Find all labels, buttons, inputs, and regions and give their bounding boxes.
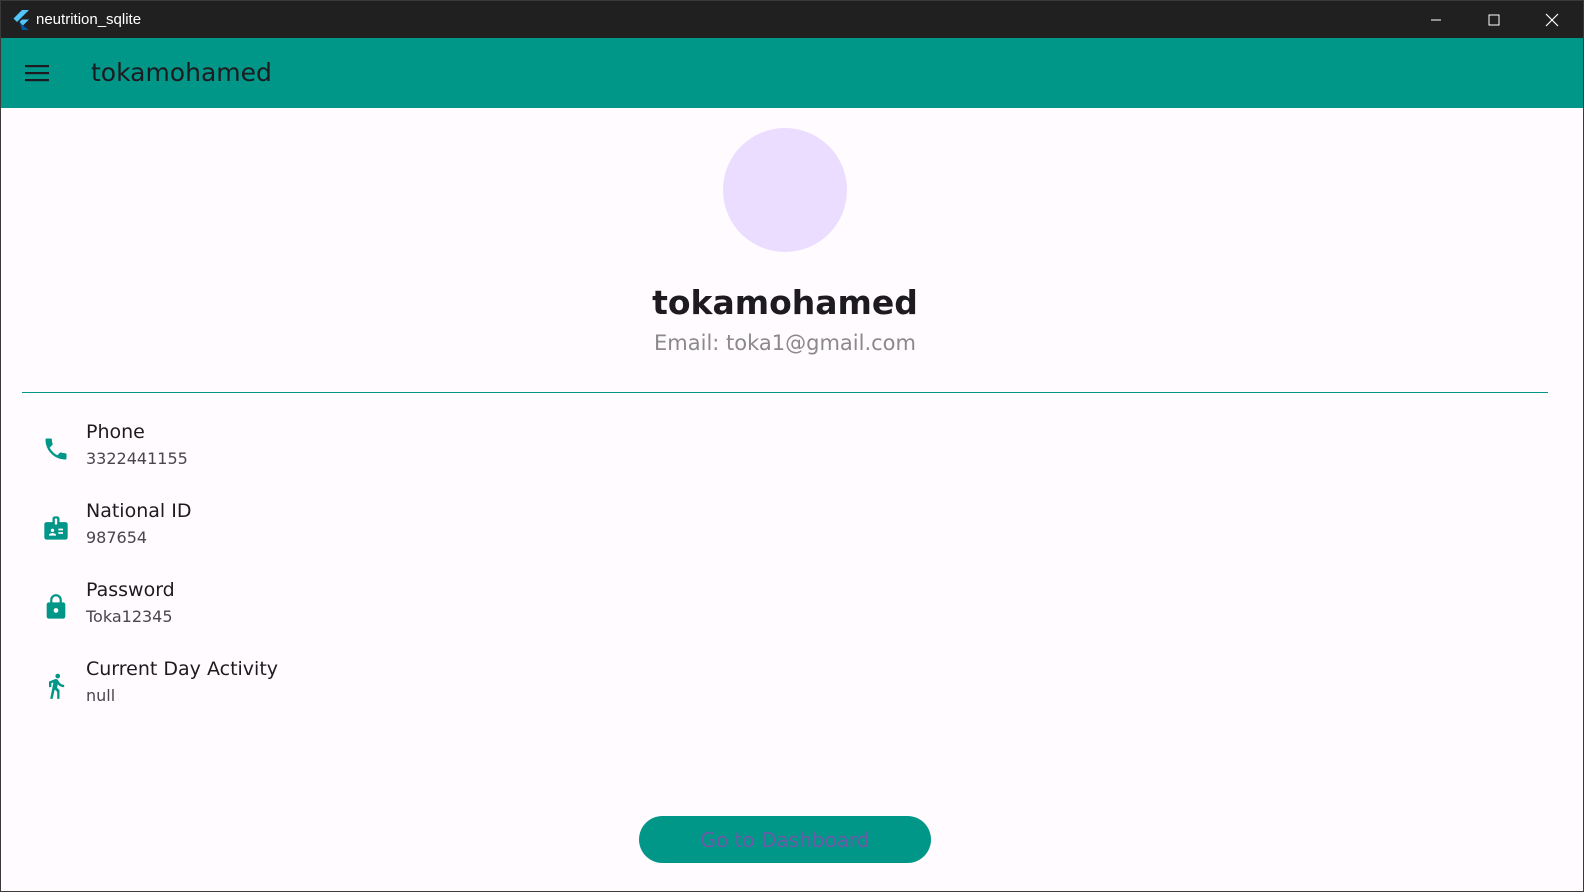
minimize-icon xyxy=(1431,19,1441,20)
info-row-national-id: National ID 987654 xyxy=(1,500,701,560)
app-bar: tokamohamed xyxy=(1,38,1583,108)
info-label: National ID xyxy=(86,500,192,522)
maximize-button[interactable] xyxy=(1465,1,1523,38)
close-button[interactable] xyxy=(1523,1,1581,38)
info-value: 3322441155 xyxy=(86,449,188,468)
title-bar: neutrition_sqlite xyxy=(1,1,1583,38)
info-label: Current Day Activity xyxy=(86,658,279,680)
profile-email: Email: toka1@gmail.com xyxy=(654,331,916,355)
menu-button[interactable] xyxy=(19,58,55,88)
maximize-icon xyxy=(1488,14,1500,25)
profile-name: tokamohamed xyxy=(652,283,918,322)
divider xyxy=(22,392,1548,393)
info-row-activity: Current Day Activity null xyxy=(1,658,701,718)
info-label: Password xyxy=(86,579,175,601)
info-value: 987654 xyxy=(86,528,148,547)
menu-icon xyxy=(25,65,49,82)
go-to-dashboard-button[interactable]: Go to Dashboard xyxy=(639,816,931,863)
info-value: Toka12345 xyxy=(86,607,173,626)
flutter-logo-icon xyxy=(13,10,29,30)
lock-icon xyxy=(46,594,66,619)
info-value: null xyxy=(86,686,116,705)
minimize-button[interactable] xyxy=(1407,1,1465,38)
app-window: neutrition_sqlite tokamohamed tokamohame… xyxy=(0,0,1584,892)
phone-icon xyxy=(45,438,67,460)
info-row-password: Password Toka12345 xyxy=(1,579,701,639)
page-title: tokamohamed xyxy=(91,58,272,87)
info-label: Phone xyxy=(86,421,145,443)
window-title: neutrition_sqlite xyxy=(36,11,142,28)
run-icon xyxy=(49,673,65,699)
badge-icon xyxy=(44,516,68,540)
close-icon xyxy=(1545,13,1559,26)
info-row-phone: Phone 3322441155 xyxy=(1,421,701,481)
avatar xyxy=(723,128,847,252)
